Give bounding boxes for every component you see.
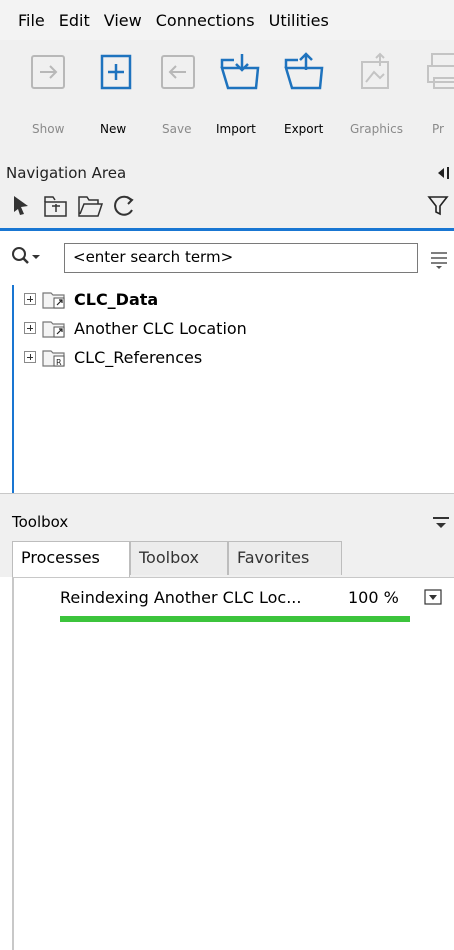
navigation-area-header: Navigation Area: [0, 156, 454, 228]
new-icon[interactable]: [94, 50, 138, 94]
show-label: Show: [32, 122, 65, 136]
process-progress-bar: [60, 616, 410, 622]
expand-icon[interactable]: [24, 322, 36, 334]
toolbox-header: Toolbox: [0, 507, 454, 539]
navigation-tree: CLC_Data Another CLC Location R CLC_Refe…: [12, 285, 454, 493]
tab-processes[interactable]: Processes: [12, 541, 130, 577]
process-percent: 100 %: [348, 588, 399, 607]
save-label: Save: [162, 122, 192, 136]
menu-connections[interactable]: Connections: [156, 11, 255, 30]
tab-favorites[interactable]: Favorites: [228, 541, 342, 575]
svg-text:R: R: [56, 358, 62, 367]
search-options-icon[interactable]: [428, 247, 450, 271]
search-icon[interactable]: [10, 245, 44, 269]
menu-view[interactable]: View: [104, 11, 142, 30]
menu-edit[interactable]: Edit: [59, 11, 90, 30]
main-toolbar: Show New Save Import Export Graphics Pr: [0, 40, 454, 156]
import-icon[interactable]: [218, 50, 262, 94]
new-folder-icon[interactable]: [42, 192, 70, 220]
tree-item-label: CLC_Data: [74, 289, 159, 309]
export-icon[interactable]: [282, 50, 326, 94]
print-label: Pr: [432, 122, 444, 136]
search-input[interactable]: <enter search term>: [64, 243, 418, 273]
menu-utilities[interactable]: Utilities: [269, 11, 329, 30]
tree-item[interactable]: CLC_Data: [24, 285, 158, 313]
toolbox-menu-icon[interactable]: [430, 515, 452, 533]
menu-bar: File Edit View Connections Utilities: [0, 0, 454, 40]
filter-icon[interactable]: [426, 193, 450, 217]
expand-icon[interactable]: [24, 293, 36, 305]
tree-item[interactable]: R CLC_References: [24, 343, 202, 371]
search-row: <enter search term>: [0, 231, 454, 285]
tree-item[interactable]: Another CLC Location: [24, 314, 247, 342]
expand-icon[interactable]: [24, 351, 36, 363]
panel-splitter[interactable]: [0, 493, 454, 508]
tree-item-label: CLC_References: [74, 347, 203, 367]
save-icon[interactable]: [156, 50, 200, 94]
folder-link-icon: [42, 321, 65, 338]
new-label: New: [100, 122, 127, 136]
navigation-area-title: Navigation Area: [6, 164, 127, 182]
graphics-icon[interactable]: [354, 50, 398, 94]
toolbox-tabs: Processes Toolbox Favorites: [0, 539, 454, 577]
process-progress-fill: [60, 616, 410, 622]
tree-item-label: Another CLC Location: [74, 318, 247, 338]
folder-reference-icon: R: [42, 350, 65, 367]
collapse-left-icon[interactable]: [434, 164, 452, 182]
tab-toolbox[interactable]: Toolbox: [130, 541, 228, 575]
export-label: Export: [284, 122, 324, 136]
select-arrow-icon[interactable]: [10, 192, 38, 220]
toolbox-title: Toolbox: [12, 513, 69, 531]
processes-panel: Reindexing Another CLC Loc... 100 %: [12, 577, 454, 950]
open-folder-icon[interactable]: [76, 192, 104, 220]
graphics-label: Graphics: [350, 122, 403, 136]
folder-link-icon: [42, 292, 65, 309]
process-dropdown-icon[interactable]: [424, 588, 442, 606]
refresh-icon[interactable]: [110, 192, 138, 220]
process-name: Reindexing Another CLC Loc...: [60, 588, 302, 607]
print-icon[interactable]: [424, 50, 454, 94]
menu-file[interactable]: File: [18, 11, 45, 30]
show-icon[interactable]: [26, 50, 70, 94]
import-label: Import: [216, 122, 256, 136]
